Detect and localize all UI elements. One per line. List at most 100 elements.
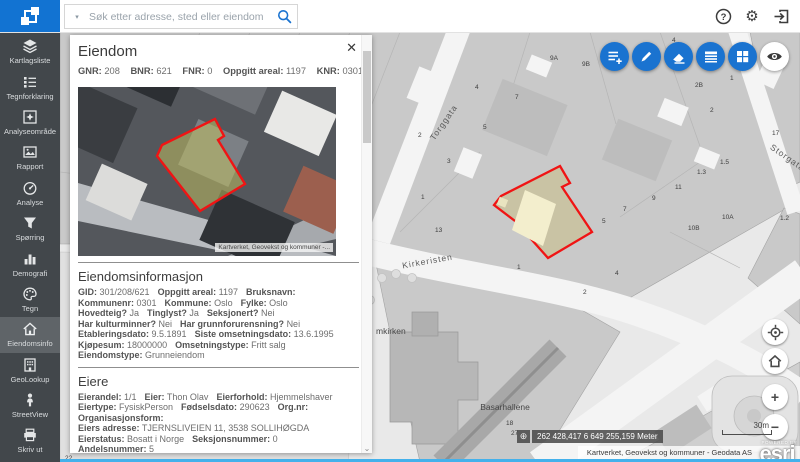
add-layer-icon <box>607 49 623 65</box>
sidebar: Kartlagsliste Tegnforklaring Analyseområ… <box>0 32 60 462</box>
svg-text:9: 9 <box>652 195 656 202</box>
sidebar-item-label: Tegnforklaring <box>6 92 53 101</box>
svg-text:2B: 2B <box>695 82 703 89</box>
sidebar-item-rapport[interactable]: Rapport <box>0 140 60 175</box>
sidebar-item-demografi[interactable]: Demografi <box>0 246 60 281</box>
sidebar-item-tegnforklaring[interactable]: Tegnforklaring <box>0 69 60 104</box>
svg-text:5: 5 <box>483 124 487 131</box>
place-label-domkirken: mkirken <box>376 326 406 336</box>
map-toolbar <box>600 42 789 71</box>
settings-gear-icon[interactable]: ⚙ <box>743 7 761 25</box>
sidebar-item-label: Eiendomsinfo <box>7 339 52 348</box>
svg-text:9A: 9A <box>550 55 559 62</box>
pegman-icon <box>22 392 38 408</box>
svg-text:11: 11 <box>675 184 682 191</box>
funnel-icon <box>22 215 38 231</box>
topbar-actions: ? ⚙ <box>714 0 790 32</box>
scroll-down-chevron-icon[interactable]: ⌄ <box>362 444 372 453</box>
attribute-table-icon <box>703 49 719 65</box>
measure-pencil-icon <box>639 49 654 64</box>
eraser-icon <box>671 49 687 65</box>
svg-text:4: 4 <box>475 84 479 91</box>
svg-text:5: 5 <box>602 218 606 225</box>
building-icon <box>22 357 38 373</box>
visibility-eye-icon <box>766 48 783 65</box>
svg-text:2: 2 <box>583 289 587 296</box>
measure-draw-button[interactable] <box>632 42 661 71</box>
sidebar-item-label: Spørring <box>16 233 45 242</box>
svg-text:?: ? <box>720 12 726 23</box>
panel-title: Eiendom <box>78 43 359 60</box>
home-button[interactable] <box>762 348 788 374</box>
sidebar-item-sporring[interactable]: Spørring <box>0 211 60 246</box>
svg-text:18: 18 <box>506 420 514 427</box>
eiere-fields: Eierandel: 1/1Eier: Thon OlavEierforhold… <box>78 392 359 454</box>
svg-text:1.2: 1.2 <box>780 215 789 222</box>
house-icon <box>22 321 38 337</box>
basemap-grid-icon <box>735 49 750 64</box>
add-layer-button[interactable] <box>600 42 629 71</box>
place-label-basarhallene: Basarhallene <box>480 402 530 412</box>
locate-button[interactable] <box>762 319 788 345</box>
search-icon[interactable] <box>271 9 297 24</box>
printer-icon <box>22 427 38 443</box>
svg-text:10B: 10B <box>688 225 700 232</box>
area-star-icon <box>22 109 38 125</box>
search-input[interactable] <box>89 11 271 23</box>
basemap-gallery-button[interactable] <box>728 42 757 71</box>
sidebar-item-analyseomrade[interactable]: Analyseområde <box>0 105 60 140</box>
bar-chart-icon <box>22 251 38 267</box>
scale-label: 30m <box>722 421 772 430</box>
svg-text:17: 17 <box>772 130 780 137</box>
help-icon[interactable]: ? <box>714 7 732 25</box>
panel-scrollbar[interactable]: ⌄ <box>361 35 372 453</box>
sidebar-item-skriv-ut[interactable]: Skriv ut <box>0 423 60 458</box>
scale-bar: 30m <box>722 421 772 435</box>
section-title-eiere: Eiere <box>78 374 359 389</box>
svg-text:10A: 10A <box>722 214 734 221</box>
aerial-photo[interactable]: Kartverket, Geovekst og kommuner -... <box>78 87 336 256</box>
legend-list-icon <box>22 74 38 90</box>
svg-text:7: 7 <box>515 94 519 101</box>
sidebar-item-analyse[interactable]: Analyse <box>0 176 60 211</box>
zoom-out-icon: − <box>771 419 779 435</box>
aerial-photo-image <box>78 87 336 256</box>
svg-text:13: 13 <box>435 227 443 234</box>
gauge-icon <box>22 180 38 196</box>
svg-text:1: 1 <box>517 264 521 271</box>
attribute-table-button[interactable] <box>696 42 725 71</box>
section-title-eiendomsinformasjon: Eiendomsinformasjon <box>78 269 359 284</box>
sidebar-item-kartlagsliste[interactable]: Kartlagsliste <box>0 34 60 69</box>
erase-graphics-button[interactable] <box>664 42 693 71</box>
aerial-attribution: Kartverket, Geovekst og kommuner -... <box>215 243 333 252</box>
sidebar-item-eiendomsinfo[interactable]: Eiendomsinfo <box>0 317 60 352</box>
close-icon[interactable]: ✕ <box>346 40 357 56</box>
coordinate-target-icon[interactable]: ⊕ <box>517 430 530 443</box>
divider <box>78 367 359 368</box>
app-logo[interactable] <box>0 0 60 32</box>
scrollbar-thumb[interactable] <box>363 51 371 143</box>
sidebar-item-tegn[interactable]: Tegn <box>0 282 60 317</box>
svg-text:1: 1 <box>421 194 425 201</box>
sidebar-item-streetview[interactable]: StreetView <box>0 388 60 423</box>
property-summary: GNR: 208 BNR: 621 FNR: 0 Oppgitt areal: … <box>78 65 359 77</box>
report-image-icon <box>22 144 38 160</box>
svg-text:1: 1 <box>730 75 734 82</box>
home-icon <box>767 353 783 369</box>
svg-text:7: 7 <box>623 206 627 213</box>
svg-text:3: 3 <box>447 158 451 165</box>
sidebar-item-label: Tegn <box>22 304 38 313</box>
sidebar-item-geolookup[interactable]: GeoLookup <box>0 353 60 388</box>
sidebar-item-label: GeoLookup <box>11 375 50 384</box>
eiendom-panel: ✕ Eiendom GNR: 208 BNR: 621 FNR: 0 Oppgi… <box>70 35 372 453</box>
sidebar-item-label: Analyseområde <box>4 127 56 136</box>
app-window: ▾ ? ⚙ Kartlagsliste Tegnforklaring <box>0 0 800 462</box>
visibility-toggle-button[interactable] <box>760 42 789 71</box>
sidebar-item-label: Analyse <box>17 198 44 207</box>
zoom-in-button[interactable]: + <box>762 384 788 410</box>
svg-text:9B: 9B <box>582 61 590 68</box>
sign-in-icon[interactable] <box>772 7 790 25</box>
svg-text:1.3: 1.3 <box>697 169 706 176</box>
eiendomsinformasjon-fields: GID: 301/208/621Oppgitt areal: 1197Bruks… <box>78 287 359 361</box>
search-dropdown-caret-icon[interactable]: ▾ <box>65 13 89 21</box>
